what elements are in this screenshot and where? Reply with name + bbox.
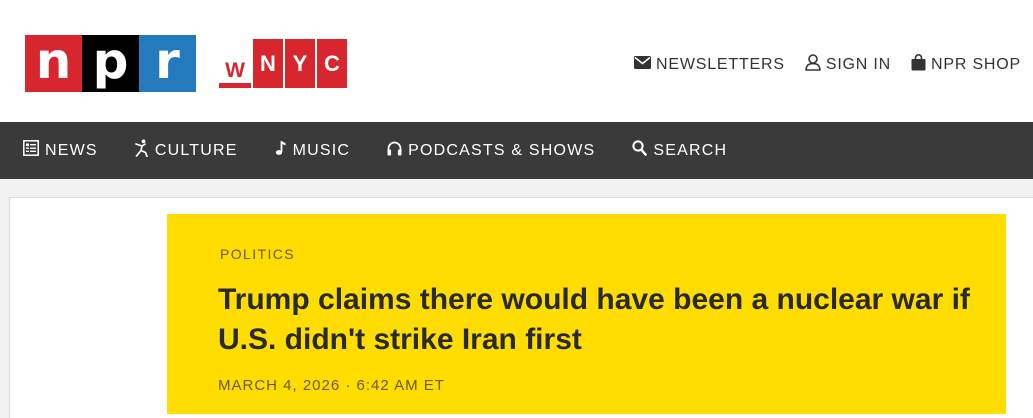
wnyc-logo-c: C <box>317 39 347 88</box>
newsletters-link[interactable]: NEWSLETTERS <box>634 54 785 76</box>
music-icon <box>275 140 287 161</box>
nav-item-label: SEARCH <box>653 141 728 159</box>
main-nav: NEWS CULTURE MUSIC PODCASTS & SHOWS SEAR… <box>0 122 1033 179</box>
nav-item-label: MUSIC <box>292 141 351 159</box>
utility-nav: NEWSLETTERS SIGN IN NPR SHOP <box>634 54 1021 76</box>
headphones-icon <box>387 141 402 161</box>
wnyc-logo-w: W <box>219 59 251 88</box>
nav-item-search[interactable]: SEARCH <box>632 140 727 161</box>
nav-item-podcasts-shows[interactable]: PODCASTS & SHOWS <box>387 141 595 161</box>
nav-item-music[interactable]: MUSIC <box>275 140 351 161</box>
nav-item-label: PODCASTS & SHOWS <box>408 141 596 159</box>
npr-logo-n: n <box>25 35 82 92</box>
npr-logo-p: p <box>82 35 139 92</box>
wnyc-logo-y: Y <box>285 39 315 88</box>
search-icon <box>632 140 648 161</box>
site-header: n p r W N Y C NEWSLETTERS SIGN IN NPR SH… <box>0 0 1033 122</box>
nav-item-news[interactable]: NEWS <box>23 140 98 161</box>
article-date: MARCH 4, 2026 · 6:42 AM ET <box>218 377 445 394</box>
user-icon <box>805 54 821 76</box>
wnyc-logo-n: N <box>253 39 283 88</box>
nav-item-culture[interactable]: CULTURE <box>134 139 238 162</box>
npr-logo[interactable]: n p r <box>25 35 196 92</box>
newsletters-label: NEWSLETTERS <box>656 56 785 73</box>
npr-shop-link[interactable]: NPR SHOP <box>911 54 1021 76</box>
wnyc-logo[interactable]: W N Y C <box>219 39 349 88</box>
section-slug[interactable]: POLITICS <box>220 246 295 262</box>
envelope-icon <box>634 56 652 74</box>
nav-item-label: CULTURE <box>154 141 238 159</box>
sign-in-link[interactable]: SIGN IN <box>805 54 891 76</box>
news-icon <box>23 140 39 161</box>
culture-icon <box>134 139 149 162</box>
nav-item-label: NEWS <box>45 141 98 159</box>
article-headline: Trump claims there would have been a nuc… <box>218 283 970 356</box>
article-hero: POLITICS Trump claims there would have b… <box>167 214 1006 414</box>
npr-shop-label: NPR SHOP <box>931 56 1021 73</box>
shopping-bag-icon <box>911 54 926 76</box>
npr-logo-r: r <box>139 35 196 92</box>
sign-in-label: SIGN IN <box>825 56 892 73</box>
